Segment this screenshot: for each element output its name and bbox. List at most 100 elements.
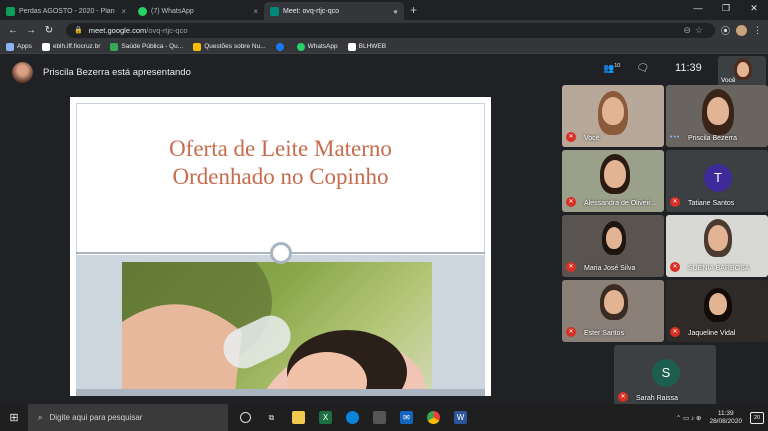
cortana-icon[interactable] xyxy=(240,412,251,423)
bookmark-questoes[interactable]: Questões sobre Nu... xyxy=(193,42,266,51)
windows-taskbar: ⊞ ⌕ Digite aqui para pesquisar ⧉ X ✉ W xyxy=(0,404,768,431)
whatsapp-icon xyxy=(296,42,305,51)
bookmark-whatsapp[interactable]: WhatsApp xyxy=(296,42,338,51)
close-window-button[interactable]: ✕ xyxy=(740,0,768,18)
avatar: S xyxy=(652,359,680,387)
mic-off-icon: ✕ xyxy=(618,392,628,402)
presenter-status: Priscila Bezerra está apresentando xyxy=(43,66,191,78)
slide-ornament xyxy=(270,242,292,264)
lock-icon: 🔒 xyxy=(74,27,83,34)
tab-title: Meet: ovq-rtjc-qco xyxy=(283,7,340,15)
people-button[interactable]: 👥10 xyxy=(603,63,620,74)
mic-off-icon: ✕ xyxy=(670,197,680,207)
tab-strip: Perdas AGOSTO - 2020 - Planilha × (7) Wh… xyxy=(0,0,768,20)
participant-name: Alessandra de Oliveir... xyxy=(584,200,656,207)
presenter-bar: Priscila Bezerra está apresentando xyxy=(0,54,560,90)
reload-button[interactable]: ↻ xyxy=(42,25,56,36)
bookmark-blhweb[interactable]: BLHWEB xyxy=(347,42,386,51)
whatsapp-icon xyxy=(138,6,147,16)
bookmarks-bar: Apps eblh.iff.fiocruz.br Saúde Pública -… xyxy=(0,40,768,54)
participant-tile[interactable]: ✕ SUENIA BARBOSA xyxy=(666,215,768,277)
bookmark-eblh[interactable]: eblh.iff.fiocruz.br xyxy=(41,42,100,51)
profile-avatar[interactable] xyxy=(736,24,747,36)
mic-off-icon: ✕ xyxy=(670,327,680,337)
facebook-icon xyxy=(275,42,284,51)
extension-icon[interactable]: ⦿ xyxy=(721,24,730,37)
tab-title: Perdas AGOSTO - 2020 - Planilha xyxy=(19,7,116,15)
new-tab-button[interactable]: + xyxy=(410,2,417,20)
participant-name: SUENIA BARBOSA xyxy=(688,265,750,272)
edge-icon[interactable] xyxy=(346,411,359,424)
forward-button[interactable]: → xyxy=(24,25,38,36)
notifications-icon[interactable]: 20 xyxy=(750,411,764,424)
speaking-icon: ••• xyxy=(670,134,681,141)
slide-title: Oferta de Leite Materno Ordenhado no Cop… xyxy=(169,136,392,189)
taskbar-search[interactable]: ⌕ Digite aqui para pesquisar xyxy=(28,404,228,431)
sheets-icon xyxy=(6,6,15,16)
self-view[interactable]: Você xyxy=(718,56,766,86)
bookmark-saude-publica[interactable]: Saúde Pública - Qu... xyxy=(110,42,183,51)
close-icon[interactable]: × xyxy=(115,7,126,16)
meet-call: Priscila Bezerra está apresentando Ofert… xyxy=(0,54,768,407)
mic-off-icon: ✕ xyxy=(566,197,576,207)
maximize-button[interactable]: ❐ xyxy=(712,0,740,18)
participant-name: Você xyxy=(584,135,600,142)
close-icon[interactable]: × xyxy=(247,7,258,16)
store-icon[interactable] xyxy=(373,411,386,424)
avatar xyxy=(12,61,33,83)
mail-icon[interactable]: ✉ xyxy=(400,411,413,424)
participant-tile[interactable]: ✕ Alessandra de Oliveir... xyxy=(562,150,664,212)
slide-footer-band xyxy=(76,389,485,396)
taskbar-clock[interactable]: 11:39 28/08/2020 xyxy=(709,410,742,426)
site-icon xyxy=(347,42,356,51)
file-explorer-icon[interactable] xyxy=(292,411,305,424)
participant-tile[interactable]: ✕ Você xyxy=(562,85,664,147)
tab-whatsapp[interactable]: (7) WhatsApp × xyxy=(132,2,264,20)
window-controls: — ❐ ✕ xyxy=(684,0,768,18)
bookmark-apps[interactable]: Apps xyxy=(6,42,32,51)
participant-name: Ester Santos xyxy=(584,330,625,337)
chrome-icon[interactable] xyxy=(427,411,440,424)
participant-tile[interactable]: ✕ Ester Santos xyxy=(562,280,664,342)
chat-icon[interactable]: 🗨 xyxy=(636,63,649,74)
participant-tile[interactable]: ✕ Jaqueline Vidal xyxy=(666,280,768,342)
system-tray: ⌃ ▭ ♪ ⊕ 11:39 28/08/2020 20 xyxy=(676,404,764,431)
tab-meet[interactable]: Meet: ovq-rtjc-qco ● xyxy=(264,2,404,20)
menu-icon[interactable]: ⋮ xyxy=(753,25,762,36)
mic-off-icon: ✕ xyxy=(566,262,576,272)
browser-toolbar: ← → ↻ 🔒 meet.google.com /ovq-rtjc-qco ⊖☆… xyxy=(0,20,768,40)
meeting-clock: 11:39 xyxy=(675,62,702,74)
tab-title: (7) WhatsApp xyxy=(151,7,194,15)
presentation-slide: Oferta de Leite Materno Ordenhado no Cop… xyxy=(70,97,491,396)
mic-off-icon: ✕ xyxy=(670,262,680,272)
url-path: /ovq-rtjc-qco xyxy=(146,25,188,35)
back-button[interactable]: ← xyxy=(6,25,20,36)
participant-tile[interactable]: S ✕ Sarah Raissa xyxy=(614,345,716,407)
site-icon xyxy=(193,42,202,51)
word-icon[interactable]: W xyxy=(454,411,467,424)
slide-photo xyxy=(122,262,432,396)
tray-icons[interactable]: ⌃ ▭ ♪ ⊕ xyxy=(676,414,702,422)
participant-name: Priscila Bezerra xyxy=(688,135,738,142)
meet-icon xyxy=(270,6,279,16)
participant-name: Sarah Raissa xyxy=(636,395,679,402)
minimize-button[interactable]: — xyxy=(684,0,712,18)
participant-name: Tatiane Santos xyxy=(688,200,735,207)
bookmark-facebook[interactable] xyxy=(275,42,287,51)
excel-icon[interactable]: X xyxy=(319,411,332,424)
address-bar[interactable]: 🔒 meet.google.com /ovq-rtjc-qco ⊖☆ xyxy=(66,22,715,38)
site-icon xyxy=(41,42,50,51)
mic-off-icon: ✕ xyxy=(566,132,576,142)
site-icon xyxy=(110,42,119,51)
participant-name: Maria José Silva xyxy=(584,265,636,272)
participant-tile[interactable]: ••• Priscila Bezerra xyxy=(666,85,768,147)
participant-name: Jaqueline Vidal xyxy=(688,330,736,337)
participant-tile[interactable]: ✕ Maria José Silva xyxy=(562,215,664,277)
omnibox-actions[interactable]: ⊖☆ xyxy=(683,25,707,36)
tab-perdas[interactable]: Perdas AGOSTO - 2020 - Planilha × xyxy=(0,2,132,20)
task-view-icon[interactable]: ⧉ xyxy=(265,411,278,424)
windows-start-icon[interactable]: ⊞ xyxy=(0,411,28,424)
recording-dot-icon[interactable]: ● xyxy=(387,7,398,16)
apps-grid-icon xyxy=(6,42,14,51)
participant-tile[interactable]: T ✕ Tatiane Santos xyxy=(666,150,768,212)
